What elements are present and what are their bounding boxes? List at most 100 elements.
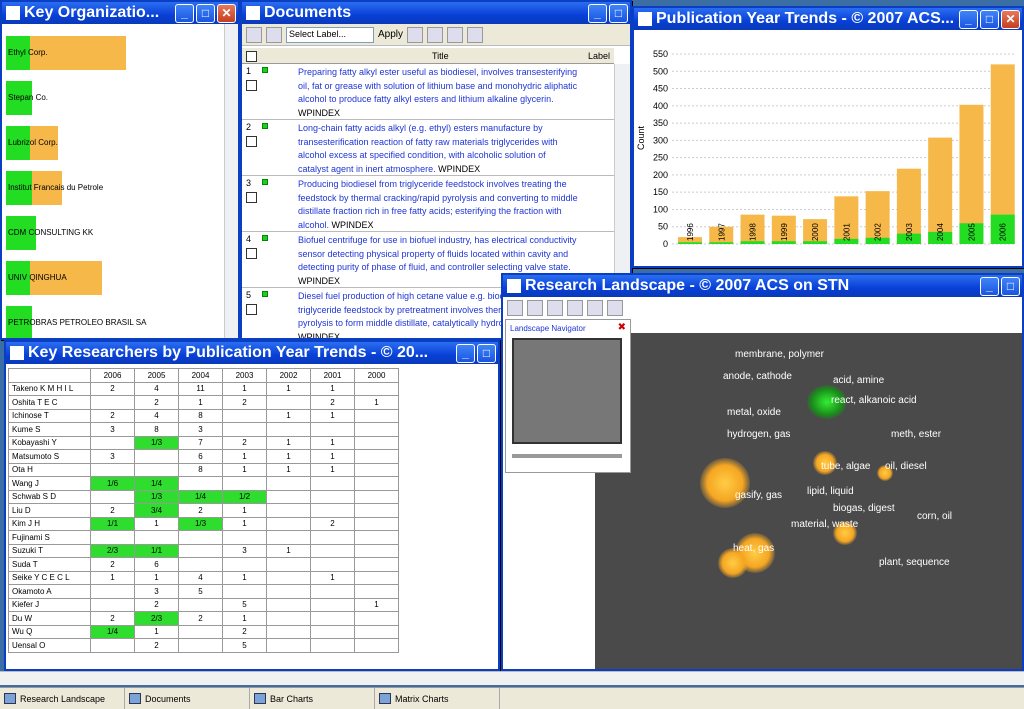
matrix-cell[interactable]: 1: [266, 543, 311, 558]
researcher-row[interactable]: Wang J 1/6 1/4: [8, 476, 399, 491]
matrix-cell[interactable]: [266, 516, 311, 531]
matrix-cell[interactable]: [354, 557, 399, 572]
researcher-row[interactable]: Kim J H 1/1 1 1/3 1 2: [8, 516, 399, 531]
matrix-cell[interactable]: 7: [178, 435, 223, 450]
matrix-cell[interactable]: 2: [90, 611, 135, 626]
docs-titlebar[interactable]: Documents _ □: [242, 2, 630, 24]
matrix-cell[interactable]: [266, 395, 311, 410]
landscape-map[interactable]: membrane, polymer anode, cathode acid, ami…: [595, 333, 1022, 669]
landscape-label[interactable]: biogas, digest: [833, 503, 895, 514]
maximize-button[interactable]: □: [980, 9, 999, 29]
matrix-cell[interactable]: 4: [134, 408, 179, 423]
res-titlebar[interactable]: Key Researchers by Publication Year Tren…: [6, 342, 498, 364]
maximize-button[interactable]: □: [1001, 276, 1020, 296]
matrix-cell[interactable]: [266, 570, 311, 585]
researcher-row[interactable]: Okamoto A 35: [8, 584, 399, 599]
landscape-label[interactable]: oil, diesel: [885, 461, 927, 472]
doc-checkbox[interactable]: [246, 80, 257, 91]
matrix-cell[interactable]: [310, 584, 355, 599]
matrix-cell[interactable]: 1: [266, 408, 311, 423]
matrix-cell[interactable]: [354, 462, 399, 477]
document-row[interactable]: 3 Producing biodiesel from triglyceride f…: [242, 176, 614, 232]
matrix-cell[interactable]: [90, 462, 135, 477]
matrix-cell[interactable]: 3: [222, 543, 267, 558]
matrix-cell[interactable]: [354, 638, 399, 653]
matrix-cell[interactable]: 11: [178, 381, 223, 396]
matrix-cell[interactable]: 5: [222, 597, 267, 612]
researcher-row[interactable]: Matsumoto S36111: [8, 449, 399, 464]
matrix-cell[interactable]: 1/3: [178, 516, 223, 531]
researcher-name[interactable]: Kume S: [8, 422, 91, 437]
matrix-cell[interactable]: [178, 624, 223, 639]
matrix-cell[interactable]: [310, 503, 355, 518]
matrix-cell[interactable]: [90, 530, 135, 545]
matrix-cell[interactable]: [310, 557, 355, 572]
zoom-icon[interactable]: [427, 26, 444, 43]
matrix-cell[interactable]: [178, 557, 223, 572]
matrix-cell[interactable]: [310, 476, 355, 491]
matrix-cell[interactable]: [310, 611, 355, 626]
matrix-cell[interactable]: [266, 638, 311, 653]
org-titlebar[interactable]: Key Organizatio... _ □ ✕: [2, 2, 238, 24]
matrix-cell[interactable]: 2: [134, 597, 179, 612]
select-icon[interactable]: [507, 300, 523, 316]
researcher-row[interactable]: Ichinose T248 11: [8, 408, 399, 423]
matrix-cell[interactable]: 2: [310, 395, 355, 410]
matrix-cell[interactable]: [266, 611, 311, 626]
matrix-cell[interactable]: 1/2: [222, 489, 267, 504]
year-header[interactable]: 2005: [134, 368, 179, 383]
matrix-cell[interactable]: [354, 422, 399, 437]
matrix-cell[interactable]: 2: [90, 408, 135, 423]
zoom-slider[interactable]: [512, 454, 622, 458]
matrix-cell[interactable]: [310, 489, 355, 504]
year-header[interactable]: 2006: [90, 368, 135, 383]
matrix-cell[interactable]: [354, 476, 399, 491]
matrix-cell[interactable]: 1: [266, 381, 311, 396]
taskbar-item[interactable]: Matrix Charts: [375, 688, 500, 709]
matrix-cell[interactable]: 1/4: [178, 489, 223, 504]
matrix-cell[interactable]: [266, 557, 311, 572]
researcher-name[interactable]: Ichinose T: [8, 408, 91, 423]
matrix-cell[interactable]: 1: [310, 462, 355, 477]
matrix-cell[interactable]: 2: [90, 503, 135, 518]
matrix-cell[interactable]: [310, 624, 355, 639]
document-row[interactable]: 1 Preparing fatty alkyl ester useful as b…: [242, 64, 614, 120]
matrix-cell[interactable]: [90, 489, 135, 504]
taskbar-item[interactable]: Documents: [125, 688, 250, 709]
matrix-cell[interactable]: [310, 422, 355, 437]
matrix-cell[interactable]: 2: [90, 381, 135, 396]
matrix-cell[interactable]: [354, 381, 399, 396]
matrix-cell[interactable]: 1: [222, 381, 267, 396]
matrix-cell[interactable]: 3: [134, 584, 179, 599]
researcher-name[interactable]: Wang J: [8, 476, 91, 491]
landscape-label[interactable]: metal, oxide: [727, 407, 781, 418]
matrix-cell[interactable]: [310, 638, 355, 653]
label-column-header[interactable]: Label: [588, 51, 610, 61]
matrix-cell[interactable]: 1/3: [134, 489, 179, 504]
matrix-cell[interactable]: 3: [178, 422, 223, 437]
matrix-cell[interactable]: [354, 570, 399, 585]
researcher-name[interactable]: Okamoto A: [8, 584, 91, 599]
researcher-name[interactable]: Kiefer J: [8, 597, 91, 612]
researcher-name[interactable]: Schwab S D: [8, 489, 91, 504]
label-select[interactable]: Select Label...: [286, 26, 374, 43]
matrix-cell[interactable]: [222, 408, 267, 423]
matrix-cell[interactable]: [266, 624, 311, 639]
map-icon[interactable]: [547, 300, 563, 316]
matrix-cell[interactable]: 1: [266, 462, 311, 477]
matrix-cell[interactable]: 1/4: [90, 624, 135, 639]
landscape-label[interactable]: gasify, gas: [735, 490, 782, 501]
matrix-cell[interactable]: 1: [310, 435, 355, 450]
label-icon[interactable]: [567, 300, 583, 316]
matrix-cell[interactable]: [222, 476, 267, 491]
landscape-label[interactable]: plant, sequence: [879, 557, 950, 568]
matrix-cell[interactable]: [354, 408, 399, 423]
landscape-label[interactable]: tube, algae: [821, 461, 871, 472]
matrix-cell[interactable]: [310, 597, 355, 612]
doc-title[interactable]: Long-chain fatty acids alkyl (e.g. ethyl…: [298, 122, 578, 176]
researcher-row[interactable]: Oshita T E C21221: [8, 395, 399, 410]
matrix-cell[interactable]: 2: [222, 435, 267, 450]
matrix-cell[interactable]: [178, 543, 223, 558]
landscape-label[interactable]: corn, oil: [917, 511, 952, 522]
matrix-cell[interactable]: 2/3: [134, 611, 179, 626]
